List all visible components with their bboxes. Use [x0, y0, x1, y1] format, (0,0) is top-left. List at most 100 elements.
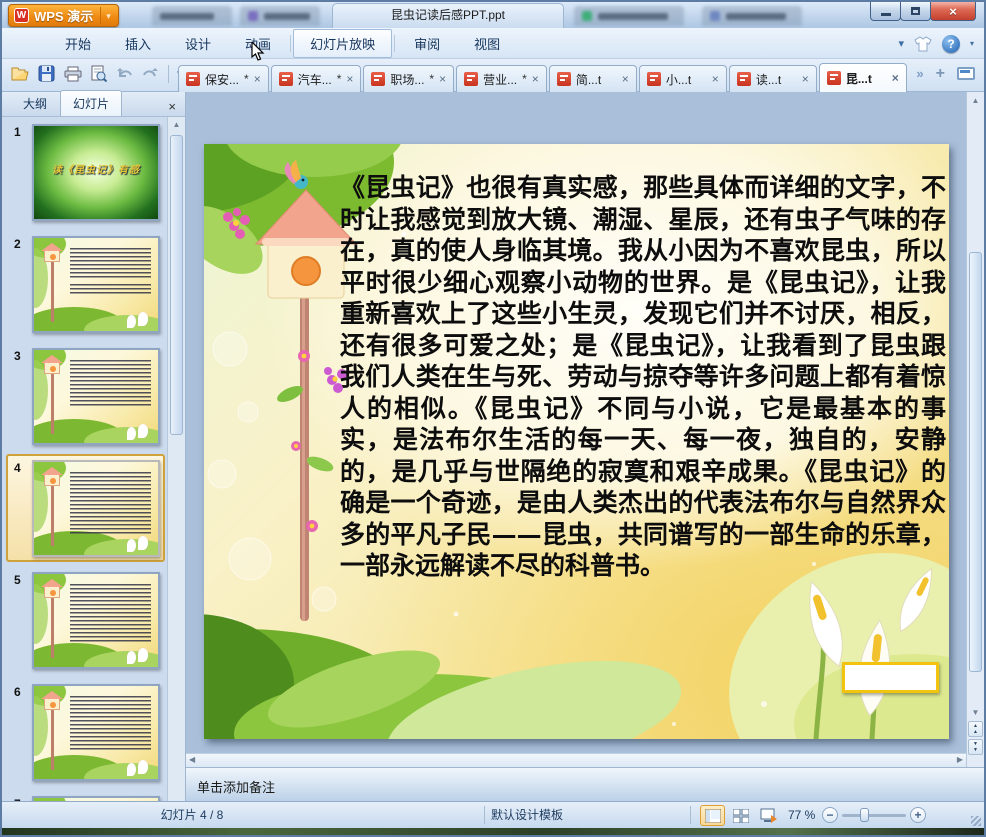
wps-app-menu-button[interactable]: W WPS 演示 ▾	[8, 4, 119, 27]
document-tab-strip: 保安... * × 汽车... * × 职场... * × 营业... * ×	[178, 63, 909, 92]
slide-thumbnail-4-selected[interactable]: 4	[2, 453, 167, 565]
slide-editing-area[interactable]: 《昆虫记》也很有真实感，那些具体而详细的文字，不时让我感觉到放大镜、潮湿、星辰，…	[186, 92, 966, 753]
zoom-slider-handle[interactable]	[860, 808, 869, 822]
slide-body-text[interactable]: 《昆虫记》也很有真实感，那些具体而详细的文字，不时让我感觉到放大镜、潮湿、星辰，…	[340, 172, 946, 582]
close-button[interactable]: ×	[930, 2, 976, 21]
previous-slide-button[interactable]: ▲ ▲	[968, 721, 983, 737]
tab-outline[interactable]: 大纲	[10, 91, 60, 116]
tab-close-icon[interactable]: ×	[892, 72, 899, 84]
doc-tab-baoan[interactable]: 保安... * ×	[178, 65, 269, 92]
scroll-up-icon[interactable]: ▲	[967, 96, 984, 105]
doc-tab-yingye[interactable]: 营业... * ×	[456, 65, 547, 92]
slide-canvas[interactable]: 《昆虫记》也很有真实感，那些具体而详细的文字，不时让我感觉到放大镜、潮湿、星辰，…	[204, 144, 949, 739]
undo-icon[interactable]	[115, 64, 134, 83]
menu-tab-view[interactable]: 视图	[457, 29, 517, 58]
slide-thumbnail-7[interactable]: 7	[2, 789, 167, 801]
workspace: 大纲 幻灯片 × 1 读《昆虫记》有感 2 3 4 5 6 ▲ 《昆虫记》也很有…	[2, 90, 984, 801]
app-menu-caret-icon[interactable]: ▾	[100, 7, 114, 24]
zoom-slider-track[interactable]	[842, 814, 906, 817]
normal-view-button[interactable]	[700, 805, 725, 826]
notes-pane[interactable]: 单击添加备注	[186, 767, 984, 801]
zoom-in-button[interactable]: +	[910, 807, 926, 823]
toolbar-separator	[168, 64, 169, 83]
menu-tab-design[interactable]: 设计	[168, 29, 228, 58]
blurred-document-tab[interactable]	[574, 6, 684, 26]
blurred-document-tab[interactable]	[702, 6, 802, 26]
slideshow-view-button[interactable]	[756, 805, 781, 826]
close-icon: ×	[949, 3, 957, 19]
toolbar: ▾ « 保安... * × 汽车... * × 职场... * ×	[2, 59, 984, 92]
wps-logo-icon: W	[14, 8, 29, 23]
menu-tab-home[interactable]: 开始	[48, 29, 108, 58]
vertical-scrollbar[interactable]: ▲ ▼ ▲ ▲ ▼ ▼	[966, 92, 984, 767]
slide-thumbnail-6[interactable]: 6	[2, 677, 167, 789]
tab-close-icon[interactable]: ×	[254, 73, 261, 85]
scroll-down-icon[interactable]: ▼	[967, 708, 984, 717]
blurred-document-tab[interactable]	[152, 6, 232, 26]
doc-tab-kun-active[interactable]: 昆...t ×	[818, 63, 907, 92]
active-document-title-tab[interactable]: 昆虫记读后感PPT.ppt	[332, 3, 564, 28]
doc-tab-jian[interactable]: 简...t ×	[548, 65, 637, 92]
tab-close-icon[interactable]: ×	[802, 73, 809, 85]
slide-thumbnail-1[interactable]: 1 读《昆虫记》有感	[2, 117, 167, 229]
blurred-document-tab[interactable]	[240, 6, 320, 26]
help-caret-icon[interactable]: ▾	[970, 39, 974, 48]
titlebar: W WPS 演示 ▾ 昆虫记读后感PPT.ppt ×	[2, 2, 984, 28]
maximize-button[interactable]	[900, 2, 931, 21]
slide-thumbnail-5[interactable]: 5	[2, 565, 167, 677]
minimize-icon	[880, 13, 891, 16]
ribbon-collapse-icon[interactable]: ▾	[898, 37, 904, 50]
redo-icon[interactable]	[141, 64, 160, 83]
arrange-windows-icon[interactable]	[957, 67, 975, 80]
open-file-icon[interactable]	[11, 64, 30, 83]
slide-number-placeholder[interactable]	[842, 662, 939, 693]
menu-tab-slideshow[interactable]: 幻灯片放映	[293, 28, 393, 58]
scrollbar-thumb[interactable]	[170, 135, 183, 435]
tab-close-icon[interactable]: ×	[622, 73, 629, 85]
tab-close-icon[interactable]: ×	[532, 73, 539, 85]
skin-theme-icon[interactable]	[914, 35, 932, 52]
window-bottom-edge	[2, 828, 984, 835]
new-document-icon[interactable]: +	[936, 65, 945, 81]
tab-close-icon[interactable]: ×	[439, 73, 446, 85]
design-template-name[interactable]: 默认设计模板	[422, 802, 632, 828]
menu-tab-insert[interactable]: 插入	[108, 29, 168, 58]
print-preview-icon[interactable]	[89, 64, 108, 83]
ppt-file-icon	[556, 72, 571, 86]
doc-tab-du[interactable]: 读...t ×	[728, 65, 817, 92]
ppt-file-icon	[278, 72, 293, 86]
tab-close-icon[interactable]: ×	[346, 73, 353, 85]
tab-scroll-right-icon[interactable]: »	[916, 66, 923, 81]
slide-thumbnail-3[interactable]: 3	[2, 341, 167, 453]
slide-panel: 大纲 幻灯片 × 1 读《昆虫记》有感 2 3 4 5 6 ▲	[2, 90, 186, 801]
menu-tab-review[interactable]: 审阅	[397, 29, 457, 58]
mouse-cursor	[251, 42, 265, 61]
next-slide-button[interactable]: ▼ ▼	[968, 739, 983, 755]
scroll-up-icon[interactable]: ▲	[168, 120, 185, 129]
save-icon[interactable]	[37, 64, 56, 83]
zoom-out-button[interactable]: −	[822, 807, 838, 823]
slide-sorter-view-button[interactable]	[728, 805, 753, 826]
app-button-label: WPS 演示	[34, 9, 94, 24]
tab-close-icon[interactable]: ×	[712, 73, 719, 85]
doc-tab-zhichang[interactable]: 职场... * ×	[363, 65, 455, 92]
print-icon[interactable]	[63, 64, 82, 83]
tab-slides[interactable]: 幻灯片	[60, 90, 123, 116]
ppt-file-icon	[646, 72, 661, 86]
doc-tab-qiche[interactable]: 汽车... * ×	[270, 65, 362, 92]
scrollbar-thumb[interactable]	[969, 252, 982, 672]
window-controls: ×	[870, 2, 976, 21]
resize-grip[interactable]	[971, 816, 981, 826]
slide-thumbnail-2[interactable]: 2	[2, 229, 167, 341]
minimize-button[interactable]	[870, 2, 901, 21]
horizontal-scrollbar[interactable]: ◀ ▶	[186, 753, 966, 767]
scroll-right-icon[interactable]: ▶	[957, 755, 963, 764]
thumbnail-scrollbar[interactable]: ▲	[167, 117, 185, 801]
panel-close-icon[interactable]: ×	[168, 100, 176, 113]
help-icon[interactable]: ?	[941, 34, 960, 53]
zoom-percentage: 77 %	[788, 808, 816, 822]
scroll-left-icon[interactable]: ◀	[189, 755, 195, 764]
menu-separator	[394, 34, 396, 52]
doc-tab-xiao[interactable]: 小...t ×	[638, 65, 727, 92]
ppt-file-icon	[464, 72, 479, 86]
